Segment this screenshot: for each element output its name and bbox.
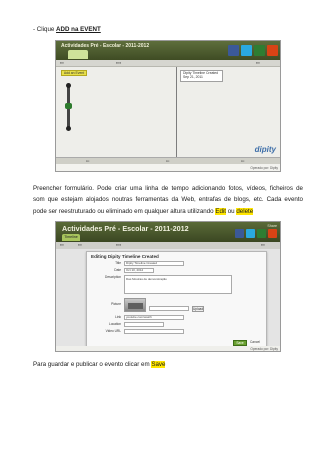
timeline-tab[interactable]: Timeline xyxy=(62,234,80,241)
location-input[interactable] xyxy=(124,322,164,327)
footer-text: Operado por: Dipity xyxy=(250,347,278,351)
link-input[interactable]: youtube.com/watch xyxy=(124,315,184,320)
intro-line: - Clique ADD na EVENT xyxy=(33,25,101,34)
toolbar-item[interactable]: ▪▪▪ xyxy=(78,243,82,247)
app-title: Actividades Pré - Escolar - 2011-2012 xyxy=(61,43,150,49)
picture-input[interactable] xyxy=(149,306,189,311)
app-title: Actividades Pré - Escolar - 2011-2012 xyxy=(62,224,189,233)
email-icon[interactable] xyxy=(268,229,277,238)
video-url-label: Video URL xyxy=(105,329,121,333)
instructions-paragraph: Preencher formulário. Pode criar uma lin… xyxy=(33,184,303,216)
toolbar: ▪▪▪ ▪▪▪ ▪▪▪▪ ▪▪▪ xyxy=(56,242,280,249)
closing-prefix: Para guardar e publicar o evento clicar … xyxy=(33,361,152,368)
email-icon[interactable] xyxy=(267,45,278,56)
description-textarea[interactable]: Das Mostras de demonstração xyxy=(124,275,232,294)
social-icons xyxy=(235,229,277,238)
timeline-ruler: ▪▪▪ ▪▪▪ ▪▪▪ xyxy=(56,157,280,164)
description-value: Das Mostras de demonstração xyxy=(126,277,167,281)
event-tooltip[interactable]: Dipity Timeline Created Sep 21, 2011 xyxy=(180,70,223,82)
location-label: Location xyxy=(108,322,121,326)
share-label: Share xyxy=(267,224,277,228)
screenshot-timeline: Actividades Pré - Escolar - 2011-2012 ▪▪… xyxy=(55,40,281,172)
timeline-tab[interactable] xyxy=(68,50,88,59)
picture-label: Picture xyxy=(111,302,121,306)
toolbar-item[interactable]: ▪▪▪▪ xyxy=(116,61,121,65)
facebook-icon[interactable] xyxy=(235,229,244,238)
dialog-title: Editing Dipity Timeline Created xyxy=(91,254,159,259)
upload-button[interactable]: Upload xyxy=(192,306,204,312)
dipity-logo: dipity xyxy=(254,145,276,154)
cancel-link[interactable]: Cancel xyxy=(250,340,260,344)
edit-word: Edit xyxy=(215,207,226,215)
video-url-input[interactable] xyxy=(124,329,184,334)
save-word: Save xyxy=(151,361,166,368)
toolbar-item[interactable]: ▪▪▪ xyxy=(60,61,64,65)
description-label: Description xyxy=(105,275,121,279)
delete-word: delete xyxy=(236,207,254,215)
or-word: ou xyxy=(225,207,237,215)
closing-line: Para guardar e publicar o evento clicar … xyxy=(33,360,166,369)
add-event-button[interactable]: Add an Event xyxy=(61,70,87,76)
toolbar-item[interactable]: ▪▪▪ xyxy=(60,243,64,247)
edit-event-dialog: Editing Dipity Timeline Created Title Di… xyxy=(86,251,267,347)
twitter-icon[interactable] xyxy=(241,45,252,56)
facebook-icon[interactable] xyxy=(228,45,239,56)
share-icon[interactable] xyxy=(254,45,265,56)
ruler-tick: ▪▪▪ xyxy=(86,159,90,163)
footer: Operado por: Dipity xyxy=(56,346,280,351)
toolbar-item[interactable]: ▪▪▪▪ xyxy=(116,243,121,247)
social-icons xyxy=(228,45,278,56)
app-header: Actividades Pré - Escolar - 2011-2012 xyxy=(56,41,280,60)
screenshot-edit-event: Actividades Pré - Escolar - 2011-2012 Ti… xyxy=(55,221,281,352)
toolbar-item[interactable]: ▪▪▪ xyxy=(261,243,265,247)
date-input[interactable]: Oct 10, 2012 xyxy=(124,268,154,273)
picture-preview xyxy=(124,298,146,312)
intro-prefix: - Clique xyxy=(33,26,57,33)
toolbar-item[interactable]: ▪▪▪ xyxy=(256,61,260,65)
ruler-tick: ▪▪▪ xyxy=(241,159,245,163)
event-date: Sep 21, 2011 xyxy=(183,75,203,80)
twitter-icon[interactable] xyxy=(246,229,255,238)
add-event-link[interactable]: ADD na EVENT xyxy=(56,26,101,33)
title-label: Title xyxy=(115,261,121,265)
paragraph-line: som que estejam alojados noutras ferrame… xyxy=(33,196,303,204)
paragraph-line: Preencher formulário. Pode criar uma lin… xyxy=(33,185,303,192)
timeline-marker xyxy=(176,67,177,157)
app-header: Actividades Pré - Escolar - 2011-2012 Ti… xyxy=(56,222,280,242)
paragraph-text: pode ser reestruturado ou eliminado em q… xyxy=(33,207,216,215)
link-label: Link xyxy=(115,315,121,319)
share-icon[interactable] xyxy=(257,229,266,238)
title-input[interactable]: Dipity Timeline Created xyxy=(124,261,184,266)
date-label: Date xyxy=(114,268,121,272)
ruler-tick: ▪▪▪ xyxy=(166,159,170,163)
footer: Operado por: Dipity xyxy=(56,164,280,171)
paragraph-line: pode ser reestruturado ou eliminado em q… xyxy=(33,207,303,216)
zoom-handle[interactable] xyxy=(65,103,72,109)
toolbar: ▪▪▪ ▪▪▪▪ ▪▪▪ xyxy=(56,60,280,67)
footer-text: Operado por: Dipity xyxy=(250,166,278,170)
